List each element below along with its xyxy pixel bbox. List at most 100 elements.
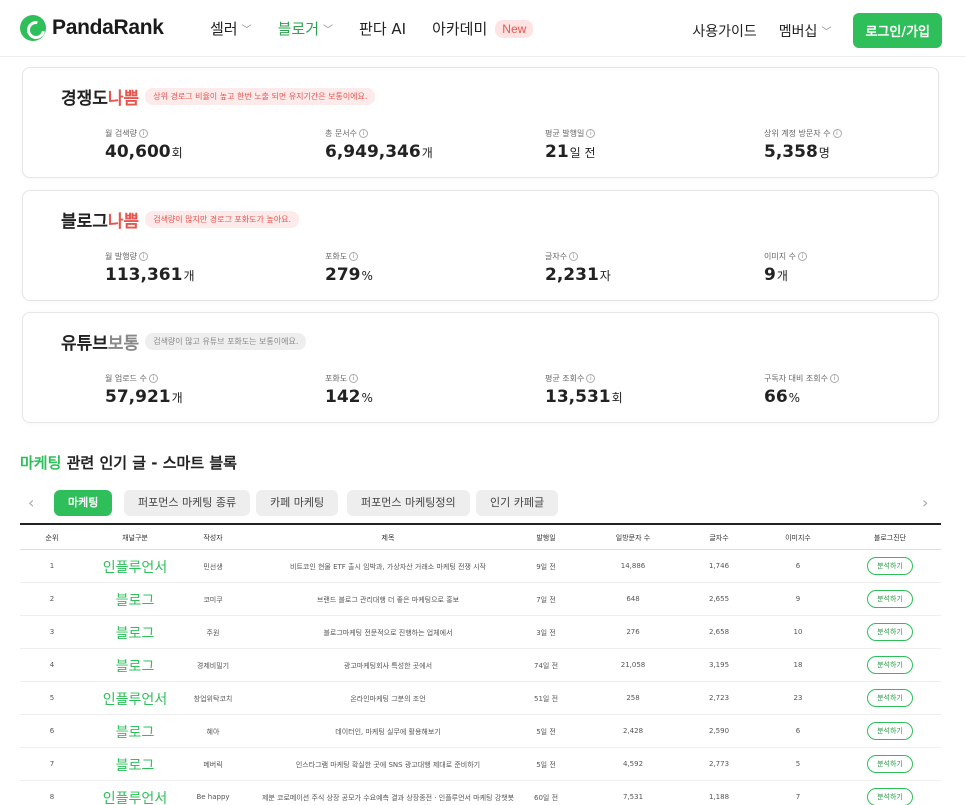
metric-value: 40,600 — [105, 142, 171, 162]
analyze-button[interactable]: 분석하기 — [867, 557, 913, 575]
chevron-down-icon: ﹀ — [821, 27, 832, 38]
table-row[interactable]: 8 인플루언서 Be happy 제분 코로메이션 주식 상장 공모가 수요예측 결과… — [20, 781, 941, 805]
table-row[interactable]: 1 인플루언서 민선생 비트코인 현물 ETF 출시 임박과, 가상자산 거래소 마케… — [20, 550, 941, 583]
chip-performance-definition[interactable]: 퍼포먼스 마케팅정의 — [347, 490, 470, 516]
metric: 월 업로드 수i 57,921개 — [105, 373, 183, 407]
cell-rank: 4 — [49, 661, 55, 669]
metric-label: 월 발행량 — [105, 252, 137, 261]
cell-visitors: 258 — [626, 694, 640, 702]
smart-block-table: 순위 채널구분 작성자 제목 발행일 일방문자 수 글자수 이미지수 블로그진단… — [20, 523, 941, 805]
login-button[interactable]: 로그인/가입 — [853, 13, 942, 48]
cell-images: 7 — [795, 793, 801, 801]
metric: 월 발행량 i 113,361개 — [105, 251, 194, 285]
cell-author: 코미쿠 — [203, 596, 223, 604]
cell-date: 3일 전 — [536, 629, 556, 637]
youtube-card: 유튜브 보통 검색량이 많고 유튜브 포화도는 보통이에요. 월 업로드 수i … — [22, 312, 939, 423]
analyze-button[interactable]: 분석하기 — [867, 722, 913, 740]
nav-blogger-label: 블로거 — [277, 20, 320, 38]
metric-unit: 자 — [599, 269, 611, 283]
info-icon[interactable]: i — [138, 129, 148, 138]
cell-images: 5 — [795, 760, 801, 768]
section-keyword: 마케팅 — [20, 454, 62, 472]
metric: 평균 조회수 i 13,531회 — [545, 373, 623, 407]
col-diagnosis: 블로그진단 — [873, 534, 907, 542]
info-icon[interactable]: i — [569, 252, 579, 261]
analyze-button[interactable]: 분석하기 — [867, 755, 913, 773]
metric-unit: 명 — [818, 146, 830, 160]
nav-academy[interactable]: 아카데미 New — [432, 18, 534, 39]
col-images: 이미지수 — [785, 534, 811, 542]
cell-author: Be happy — [196, 793, 230, 801]
chip-marketing[interactable]: 마케팅 — [54, 490, 113, 516]
info-icon[interactable]: i — [349, 374, 359, 383]
header-right: 사용가이드 멤버십 ﹀ 로그인/가입 — [692, 13, 942, 48]
table-row[interactable]: 5 인플루언서 창업위탁코치 온라인마케팅 그분의 조언 51일 전 258 2,723 23… — [20, 682, 941, 715]
cell-author: 주원 — [206, 629, 220, 637]
table-row[interactable]: 3 블로그 주원 블로그마케팅 전문적으로 진행하는 업체에서 3일 전 276 2,658… — [20, 616, 941, 649]
chip-popular-cafe[interactable]: 인기 카페글 — [476, 490, 559, 516]
info-icon[interactable]: i — [148, 374, 158, 383]
section-title: 마케팅 관련 인기 글 - 스마트 블록 — [20, 452, 237, 473]
info-icon[interactable]: i — [829, 374, 839, 383]
keyword-chips: ‹ 마케팅 퍼포먼스 마케팅 종류 카페 마케팅 퍼포먼스 마케팅정의 인기 카… — [20, 490, 946, 516]
table-row[interactable]: 6 블로그 혜아 데이터인, 마케팅 실무에 활용해보기 5일 전 2,428 2,590 6… — [20, 715, 941, 748]
nav-seller-label: 셀러 — [210, 20, 238, 38]
cell-title[interactable]: 광고마케팅회사 특성한 곳에서 — [344, 661, 432, 671]
cell-title[interactable]: 데이터인, 마케팅 실무에 활용해보기 — [335, 727, 441, 737]
info-icon[interactable]: i — [797, 252, 807, 261]
info-icon[interactable]: i — [138, 252, 148, 261]
cell-chars: 2,723 — [708, 694, 730, 702]
analyze-button[interactable]: 분석하기 — [867, 788, 913, 805]
nav-blogger[interactable]: 블로거 ﹀ — [278, 18, 333, 39]
metric: 글자수 i 2,231자 — [545, 251, 611, 285]
info-icon[interactable]: i — [349, 252, 359, 261]
table-row[interactable]: 2 블로그 코미쿠 브랜드 블로그 관리대행 더 좋은 마케팅으로 홍보 7일 전 648… — [20, 583, 941, 616]
cell-title[interactable]: 온라인마케팅 그분의 조언 — [350, 694, 425, 704]
metric-label: 평균 조회수 — [545, 374, 585, 383]
chevron-right-icon[interactable]: › — [922, 493, 928, 512]
table-row[interactable]: 4 블로그 경제비밀기 광고마케팅회사 특성한 곳에서 74일 전 21,058 3,195… — [20, 649, 941, 682]
cell-channel: 블로그 — [115, 758, 155, 774]
cell-chars: 2,773 — [708, 760, 730, 768]
nav-panda-ai[interactable]: 판다 AI — [359, 18, 406, 39]
chevron-down-icon: ﹀ — [241, 25, 252, 36]
table-row[interactable]: 7 블로그 메버릭 인스타그램 마케팅 확실한 곳에 SNS 광고대행 제대로 준비하… — [20, 748, 941, 781]
col-author: 작성자 — [203, 534, 223, 542]
metric-unit: % — [361, 269, 373, 283]
metric-label: 포화도 — [325, 252, 348, 261]
card-note: 상위 경로그 비율이 높고 한번 노출 되면 유지기간은 보통이에요. — [145, 88, 376, 105]
cell-channel: 블로그 — [115, 593, 155, 609]
chevron-left-icon[interactable]: ‹ — [28, 493, 34, 512]
card-title-text: 블로그 — [61, 212, 108, 232]
analyze-button[interactable]: 분석하기 — [867, 623, 913, 641]
logo-text: PandaRank — [52, 16, 164, 39]
cell-date: 7일 전 — [536, 596, 556, 604]
analyze-button[interactable]: 분석하기 — [867, 689, 913, 707]
cell-title[interactable]: 블로그마케팅 전문적으로 진행하는 업체에서 — [323, 628, 452, 638]
cell-title[interactable]: 인스타그램 마케팅 확실한 곳에 SNS 광고대행 제대로 준비하기 — [296, 760, 480, 770]
info-icon[interactable]: i — [586, 129, 596, 138]
logo[interactable]: PandaRank — [20, 15, 164, 41]
metric: 월 검색량 i 40,600회 — [105, 128, 183, 162]
cell-title[interactable]: 브랜드 블로그 관리대행 더 좋은 마케팅으로 홍보 — [317, 595, 459, 605]
cell-visitors: 7,531 — [622, 793, 644, 801]
chip-cafe-marketing[interactable]: 카페 마케팅 — [256, 490, 339, 516]
analyze-button[interactable]: 분석하기 — [867, 590, 913, 608]
membership-menu[interactable]: 멤버십 ﹀ — [779, 21, 832, 41]
cell-rank: 8 — [49, 793, 55, 801]
cell-visitors: 276 — [626, 628, 640, 636]
info-icon[interactable]: i — [358, 129, 368, 138]
info-icon[interactable]: i — [832, 129, 842, 138]
guide-link[interactable]: 사용가이드 — [692, 21, 756, 41]
nav-seller[interactable]: 셀러 ﹀ — [210, 18, 252, 39]
analyze-button[interactable]: 분석하기 — [867, 656, 913, 674]
cell-title[interactable]: 제분 코로메이션 주식 상장 공모가 수요예측 결과 상장종전 · 인플루언서 … — [262, 793, 514, 803]
chip-performance-types[interactable]: 퍼포먼스 마케팅 종류 — [124, 490, 251, 516]
cell-title[interactable]: 비트코인 현물 ETF 출시 임박과, 가상자산 거래소 마케팅 전쟁 시작 — [290, 562, 486, 572]
metric-value: 2,231 — [545, 265, 599, 285]
cell-images: 10 — [793, 628, 803, 636]
cell-channel: 인플루언서 — [102, 560, 168, 576]
metric-label: 월 검색량 — [105, 129, 137, 138]
info-icon[interactable]: i — [586, 374, 596, 383]
cell-channel: 인플루언서 — [102, 692, 168, 708]
